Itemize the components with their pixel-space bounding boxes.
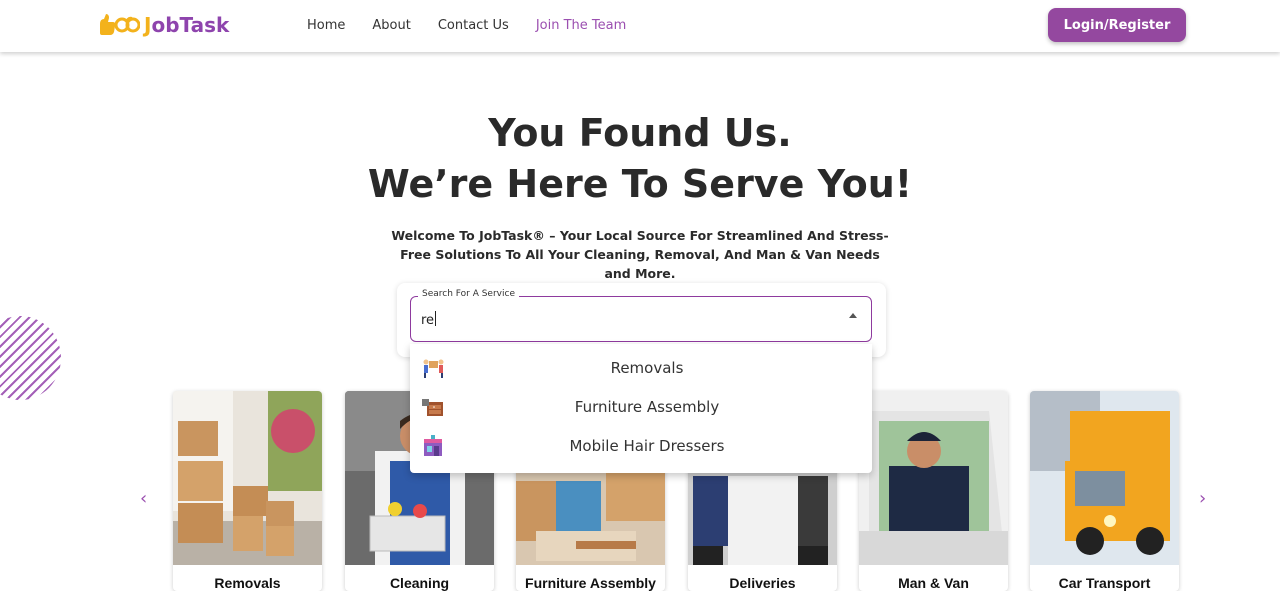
card-title: Cleaning [389, 575, 450, 591]
text-cursor [435, 311, 437, 326]
main-nav: Home About Contact Us Join The Team [307, 0, 626, 50]
carousel-next-icon[interactable]: › [1199, 488, 1206, 509]
card-title: Deliveries [729, 575, 796, 591]
van-driver-photo [859, 391, 1008, 565]
option-label: Removals [610, 359, 684, 377]
decorative-hatched-circle [0, 316, 61, 400]
logo-word-task: Task [179, 13, 230, 37]
hero-subtitle: Welcome To JobTask® – Your Local Source … [391, 228, 889, 281]
card-title: Furniture Assembly [525, 575, 656, 591]
search-options-list: Removals Furniture Assembly Mobile Hair … [410, 344, 872, 473]
service-card-car-transport[interactable]: Car Transport [1030, 391, 1179, 591]
nav-about[interactable]: About [372, 18, 410, 33]
tow-truck-photo [1030, 391, 1179, 565]
card-title: Removals [214, 575, 281, 591]
option-removals[interactable]: Removals [410, 349, 872, 388]
boxes-photo [173, 391, 322, 565]
search-input-value[interactable]: re [421, 311, 437, 328]
nav-home[interactable]: Home [307, 18, 345, 33]
card-title: Man & Van [898, 575, 969, 591]
service-card-removals[interactable]: Removals [173, 391, 322, 591]
search-typed-text: re [421, 313, 435, 328]
hero-title: You Found Us. We’re Here To Serve You! [0, 108, 1280, 210]
hero-title-line-1: You Found Us. [488, 111, 792, 155]
option-furniture-assembly[interactable]: Furniture Assembly [410, 388, 872, 427]
jobtask-logo[interactable]: JobTask [96, 8, 229, 42]
service-search-input[interactable] [410, 296, 872, 342]
card-title: Car Transport [1058, 575, 1151, 591]
option-mobile-hair-dressers[interactable]: Mobile Hair Dressers [410, 427, 872, 466]
hero-title-line-2: We’re Here To Serve You! [367, 162, 913, 206]
service-card-man-and-van[interactable]: Man & Van [859, 391, 1008, 591]
logo-text: JobTask [144, 13, 229, 37]
login-register-button[interactable]: Login/Register [1048, 8, 1186, 42]
logo-mark-icon [100, 14, 140, 35]
site-header: JobTask Home About Contact Us Join The T… [0, 0, 1280, 52]
carousel-prev-icon[interactable]: ‹ [140, 488, 147, 509]
nav-contact-us[interactable]: Contact Us [438, 18, 509, 33]
option-label: Furniture Assembly [574, 398, 720, 416]
logo-letters-ob: ob [151, 13, 180, 37]
search-field-label: Search For A Service [418, 289, 519, 299]
dropdown-toggle-icon[interactable] [849, 313, 857, 318]
nav-join-the-team[interactable]: Join The Team [536, 18, 626, 33]
option-label: Mobile Hair Dressers [569, 437, 725, 455]
